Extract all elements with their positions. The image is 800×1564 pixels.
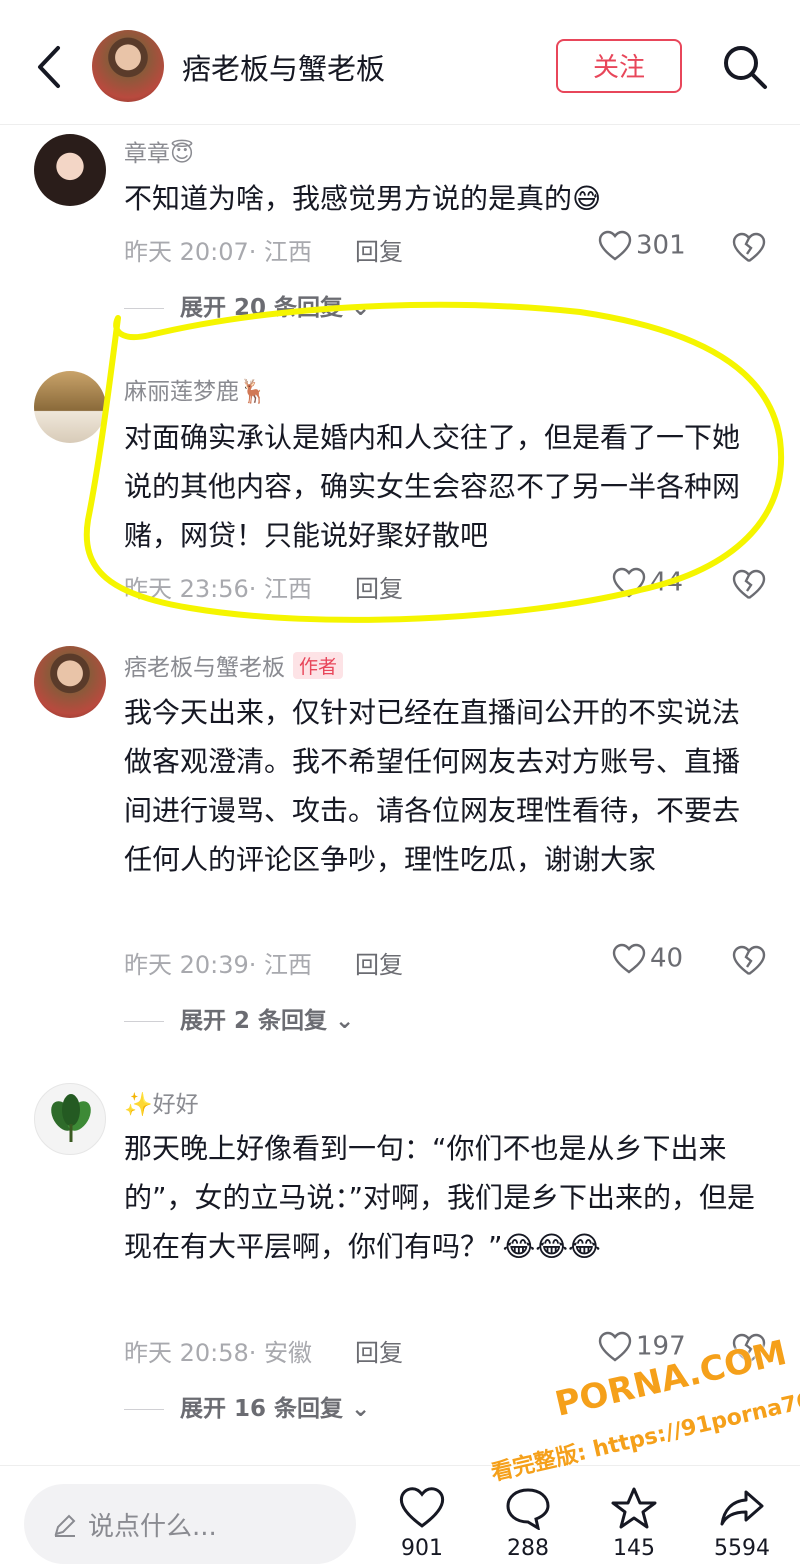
- broken-heart-icon[interactable]: [732, 232, 766, 264]
- reply-button[interactable]: 回复: [355, 1333, 403, 1368]
- star-icon: [611, 1487, 657, 1529]
- divider-line: [124, 1409, 164, 1410]
- share-arrow-icon: [720, 1490, 764, 1526]
- author-avatar[interactable]: [92, 30, 164, 102]
- reply-button[interactable]: 回复: [355, 945, 403, 980]
- chevron-left-icon[interactable]: [30, 40, 70, 94]
- heart-icon: [399, 1487, 445, 1528]
- comment-input[interactable]: 说点什么...: [24, 1484, 356, 1564]
- like-count: 901: [401, 1536, 443, 1561]
- comment-meta: 昨天 20:39· 江西: [124, 951, 313, 979]
- share-action[interactable]: 5594: [712, 1486, 772, 1561]
- top-bar: 痞老板与蟹老板 关注: [0, 0, 800, 125]
- reply-button[interactable]: 回复: [355, 232, 403, 267]
- page-title: 痞老板与蟹老板: [182, 52, 386, 86]
- commenter-avatar[interactable]: [34, 134, 106, 206]
- expand-replies[interactable]: 展开 16 条回复 ⌄: [124, 1389, 370, 1423]
- comment-text: 我今天出来，仅针对已经在直播间公开的不实说法做客观澄清。我不希望任何网友去对方账…: [124, 696, 741, 876]
- like-button[interactable]: 301: [598, 230, 686, 262]
- follow-button[interactable]: 关注: [556, 39, 682, 93]
- favorite-action[interactable]: 145: [604, 1486, 664, 1561]
- broken-heart-icon[interactable]: [732, 945, 766, 977]
- commenter-avatar[interactable]: [34, 646, 106, 718]
- highlight-circle: [83, 301, 785, 623]
- like-count: 301: [636, 230, 686, 261]
- divider-line: [124, 1021, 164, 1022]
- heart-icon: [598, 230, 632, 261]
- leaf-icon: [51, 1094, 91, 1142]
- favorite-count: 145: [613, 1536, 655, 1561]
- input-placeholder: 说点什么...: [88, 1512, 217, 1542]
- search-icon[interactable]: [720, 42, 770, 92]
- expand-label: 展开 16 条回复: [180, 1396, 344, 1422]
- heart-icon: [612, 943, 646, 974]
- comment-text: 那天晚上好像看到一句：“你们不也是从乡下出来的”，女的立马说：”对啊，我们是乡下…: [124, 1132, 756, 1263]
- like-button[interactable]: 40: [612, 943, 683, 975]
- author-badge: 作者: [293, 652, 344, 679]
- comment-meta: 昨天 20:07· 江西: [124, 238, 313, 266]
- pencil-icon: [54, 1514, 76, 1537]
- commenter-name[interactable]: ✨好好: [124, 1085, 199, 1119]
- comment-text: 不知道为啥，我感觉男方说的是真的😅: [124, 182, 602, 215]
- share-count: 5594: [714, 1536, 770, 1561]
- commenter-avatar[interactable]: [34, 1083, 106, 1155]
- commenter-name-text: 痞老板与蟹老板: [124, 655, 285, 681]
- expand-replies[interactable]: 展开 2 条回复 ⌄: [124, 1001, 354, 1035]
- comment-count: 288: [507, 1536, 549, 1561]
- commenter-name[interactable]: 痞老板与蟹老板 作者: [124, 648, 344, 682]
- bottom-bar: 说点什么... 901 288 145 5594: [0, 1465, 800, 1564]
- comment-meta: 昨天 20:58· 安徽: [124, 1339, 313, 1367]
- like-count: 40: [650, 943, 684, 974]
- expand-label: 展开 2 条回复: [180, 1008, 328, 1034]
- like-action[interactable]: 901: [392, 1486, 452, 1561]
- commenter-name[interactable]: 章章😇: [124, 134, 194, 168]
